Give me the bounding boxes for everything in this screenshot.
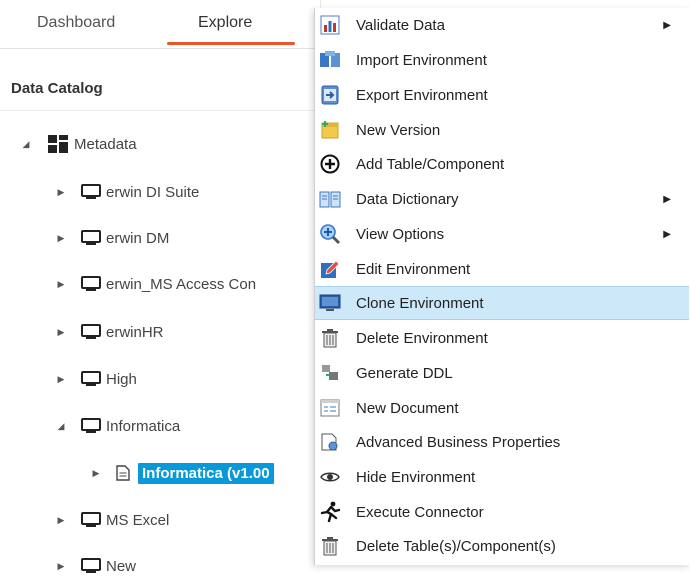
tab-dashboard[interactable]: Dashboard bbox=[37, 14, 115, 32]
clone-icon bbox=[319, 292, 341, 314]
tree-node-metadata[interactable]: ◢ Metadata bbox=[20, 132, 137, 156]
caret-collapsed-icon[interactable]: ▶ bbox=[55, 514, 67, 526]
book-icon bbox=[319, 188, 341, 210]
tree-label: High bbox=[106, 370, 137, 388]
run-icon bbox=[319, 501, 341, 523]
ddl-icon bbox=[319, 362, 341, 384]
tree-node-version-selected[interactable]: ▶ Informatica (v1.00 bbox=[90, 461, 274, 485]
tree-label: Metadata bbox=[74, 135, 137, 153]
tree-label: Informatica bbox=[106, 417, 181, 435]
tree-label-selected: Informatica (v1.00 bbox=[138, 462, 274, 484]
document-icon bbox=[116, 465, 130, 481]
caret-collapsed-icon[interactable]: ▶ bbox=[55, 232, 67, 244]
caret-collapsed-icon[interactable]: ▶ bbox=[55, 373, 67, 385]
menu-item-view-options[interactable]: View Options ▶ bbox=[315, 217, 689, 251]
monitor-icon bbox=[81, 512, 101, 527]
tree-node-env[interactable]: ▶ High bbox=[55, 367, 137, 391]
import-icon bbox=[319, 49, 341, 71]
menu-item-delete-tables-components[interactable]: Delete Table(s)/Component(s) bbox=[315, 529, 689, 563]
menu-item-generate-ddl[interactable]: Generate DDL bbox=[315, 356, 689, 390]
export-icon bbox=[319, 84, 341, 106]
menu-item-new-document[interactable]: New Document bbox=[315, 391, 689, 425]
tree-node-env[interactable]: ▶ erwinHR bbox=[55, 320, 164, 344]
menu-item-import-environment[interactable]: Import Environment bbox=[315, 43, 689, 77]
monitor-icon bbox=[81, 558, 101, 573]
menu-item-add-table-component[interactable]: Add Table/Component bbox=[315, 147, 689, 181]
tab-explore[interactable]: Explore bbox=[198, 14, 252, 32]
menu-item-export-environment[interactable]: Export Environment bbox=[315, 78, 689, 112]
caret-collapsed-icon[interactable]: ▶ bbox=[90, 467, 102, 479]
menu-item-validate-data[interactable]: Validate Data ▶ bbox=[315, 8, 689, 42]
tree-node-env[interactable]: ◢ Informatica bbox=[55, 414, 181, 438]
monitor-icon bbox=[81, 324, 101, 339]
submenu-arrow-icon: ▶ bbox=[663, 19, 671, 31]
trash-icon bbox=[319, 327, 341, 349]
tree-label: New bbox=[106, 557, 137, 575]
submenu-arrow-icon: ▶ bbox=[663, 193, 671, 205]
chart-icon bbox=[319, 14, 341, 36]
monitor-icon bbox=[81, 230, 101, 245]
context-menu: Validate Data ▶ Import Environment Expor… bbox=[314, 8, 690, 565]
data-catalog-title: Data Catalog bbox=[11, 80, 103, 97]
caret-collapsed-icon[interactable]: ▶ bbox=[55, 186, 67, 198]
add-circle-icon bbox=[319, 153, 341, 175]
eye-icon bbox=[319, 466, 341, 488]
menu-item-clone-environment[interactable]: Clone Environment bbox=[315, 286, 689, 320]
tab-bar: Dashboard Explore bbox=[0, 0, 320, 49]
tree-label: erwin_MS Access Con bbox=[106, 275, 257, 293]
tree-label: erwin DI Suite bbox=[106, 183, 200, 201]
new-version-icon bbox=[319, 119, 341, 141]
zoom-icon bbox=[319, 223, 341, 245]
submenu-arrow-icon: ▶ bbox=[663, 228, 671, 240]
active-tab-indicator bbox=[167, 42, 295, 45]
monitor-icon bbox=[81, 184, 101, 199]
caret-collapsed-icon[interactable]: ▶ bbox=[55, 326, 67, 338]
edit-icon bbox=[319, 258, 341, 280]
metadata-grid-icon bbox=[48, 135, 68, 153]
properties-icon bbox=[319, 431, 341, 453]
trash-icon bbox=[319, 535, 341, 557]
tree-label: MS Excel bbox=[106, 511, 170, 529]
menu-item-data-dictionary[interactable]: Data Dictionary ▶ bbox=[315, 182, 689, 216]
tree-node-env[interactable]: ▶ New bbox=[55, 554, 136, 578]
tree-node-env[interactable]: ▶ erwin DM bbox=[55, 226, 170, 250]
menu-item-advanced-business-properties[interactable]: Advanced Business Properties bbox=[315, 425, 689, 459]
menu-item-delete-environment[interactable]: Delete Environment bbox=[315, 321, 689, 355]
tree-label: erwin DM bbox=[106, 229, 170, 247]
menu-item-execute-connector[interactable]: Execute Connector bbox=[315, 495, 689, 529]
divider bbox=[0, 110, 320, 111]
tree-node-env[interactable]: ▶ MS Excel bbox=[55, 508, 170, 532]
monitor-icon bbox=[81, 371, 101, 386]
caret-expanded-icon[interactable]: ◢ bbox=[55, 420, 67, 432]
menu-item-hide-environment[interactable]: Hide Environment bbox=[315, 460, 689, 494]
caret-collapsed-icon[interactable]: ▶ bbox=[55, 560, 67, 572]
monitor-icon bbox=[81, 276, 101, 291]
document-icon bbox=[319, 397, 341, 419]
monitor-icon bbox=[81, 418, 101, 433]
data-catalog-panel: Dashboard Explore Data Catalog ◢ Metadat… bbox=[0, 0, 321, 575]
menu-item-new-version[interactable]: New Version bbox=[315, 113, 689, 147]
caret-expanded-icon[interactable]: ◢ bbox=[20, 138, 32, 150]
tree-node-env[interactable]: ▶ erwin_MS Access Con bbox=[55, 272, 257, 296]
menu-item-edit-environment[interactable]: Edit Environment bbox=[315, 252, 689, 286]
tree-label: erwinHR bbox=[106, 323, 164, 341]
tree-node-env[interactable]: ▶ erwin DI Suite bbox=[55, 180, 200, 204]
caret-collapsed-icon[interactable]: ▶ bbox=[55, 278, 67, 290]
